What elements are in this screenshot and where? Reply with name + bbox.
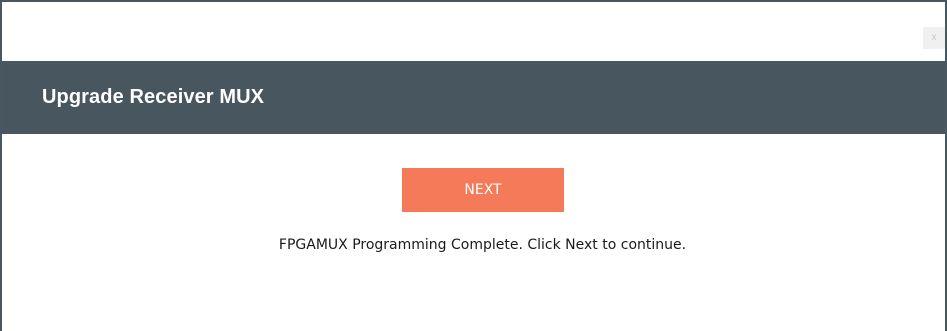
dialog-content: NEXT FPGAMUX Programming Complete. Click… xyxy=(2,134,945,331)
close-icon: x xyxy=(931,32,937,43)
next-button[interactable]: NEXT xyxy=(402,168,564,212)
dialog-title: Upgrade Receiver MUX xyxy=(42,86,265,108)
dialog-header: Upgrade Receiver MUX xyxy=(2,61,945,134)
next-button-label: NEXT xyxy=(464,182,502,198)
status-message: FPGAMUX Programming Complete. Click Next… xyxy=(278,237,687,253)
upgrade-dialog: x Upgrade Receiver MUX NEXT FPGAMUX Prog… xyxy=(0,0,947,331)
close-button[interactable]: x xyxy=(923,27,945,49)
